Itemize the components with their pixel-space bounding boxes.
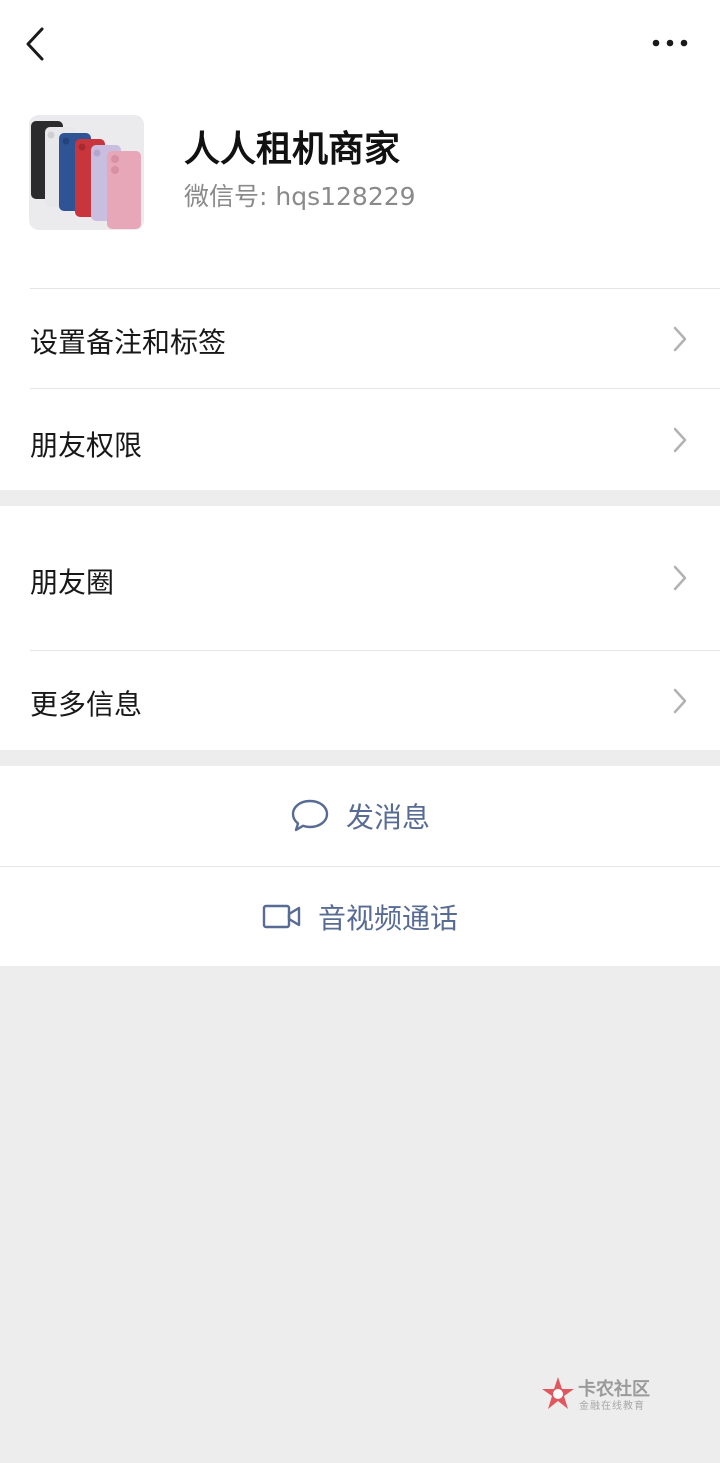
watermark: 卡农社区 金融在线教育 bbox=[540, 1373, 670, 1415]
more-info-row[interactable]: 更多信息 bbox=[0, 651, 720, 750]
row-label: 设置备注和标签 bbox=[30, 326, 227, 359]
video-camera-icon bbox=[262, 904, 301, 928]
info-group: 朋友圈 更多信息 bbox=[0, 506, 720, 750]
send-message-label: 发消息 bbox=[345, 801, 430, 834]
more-icon[interactable] bbox=[650, 30, 690, 56]
back-icon[interactable] bbox=[18, 22, 54, 66]
video-call-label: 音视频通话 bbox=[317, 901, 458, 935]
top-bar bbox=[0, 0, 720, 88]
wechat-id: 微信号: hqs128229 bbox=[184, 182, 416, 211]
send-message-button[interactable]: 发消息 bbox=[0, 766, 720, 866]
video-call-button[interactable]: 音视频通话 bbox=[0, 867, 720, 966]
contact-profile-page: 人人租机商家 微信号: hqs128229 设置备注和标签 朋友权限 朋友圈 更… bbox=[0, 0, 720, 1463]
row-label: 朋友圈 bbox=[30, 566, 115, 599]
row-label: 更多信息 bbox=[30, 688, 143, 721]
watermark-subtitle: 金融在线教育 bbox=[579, 1401, 645, 1412]
chevron-right-icon bbox=[673, 565, 687, 591]
moments-row[interactable]: 朋友圈 bbox=[0, 506, 720, 650]
chevron-right-icon bbox=[673, 427, 687, 453]
phone-lineup-image bbox=[29, 115, 144, 230]
chat-bubble-icon bbox=[291, 799, 329, 832]
chevron-right-icon bbox=[673, 688, 687, 714]
friend-permissions-row[interactable]: 朋友权限 bbox=[0, 389, 720, 490]
contact-name: 人人租机商家 bbox=[184, 129, 401, 170]
settings-group: 设置备注和标签 朋友权限 bbox=[0, 288, 720, 490]
row-label: 朋友权限 bbox=[30, 429, 143, 462]
profile-header: 人人租机商家 微信号: hqs128229 bbox=[0, 88, 720, 288]
set-remark-and-tags-row[interactable]: 设置备注和标签 bbox=[0, 288, 720, 388]
chevron-right-icon bbox=[673, 326, 687, 352]
avatar[interactable] bbox=[29, 115, 144, 230]
kanong-logo-icon bbox=[542, 1377, 574, 1409]
